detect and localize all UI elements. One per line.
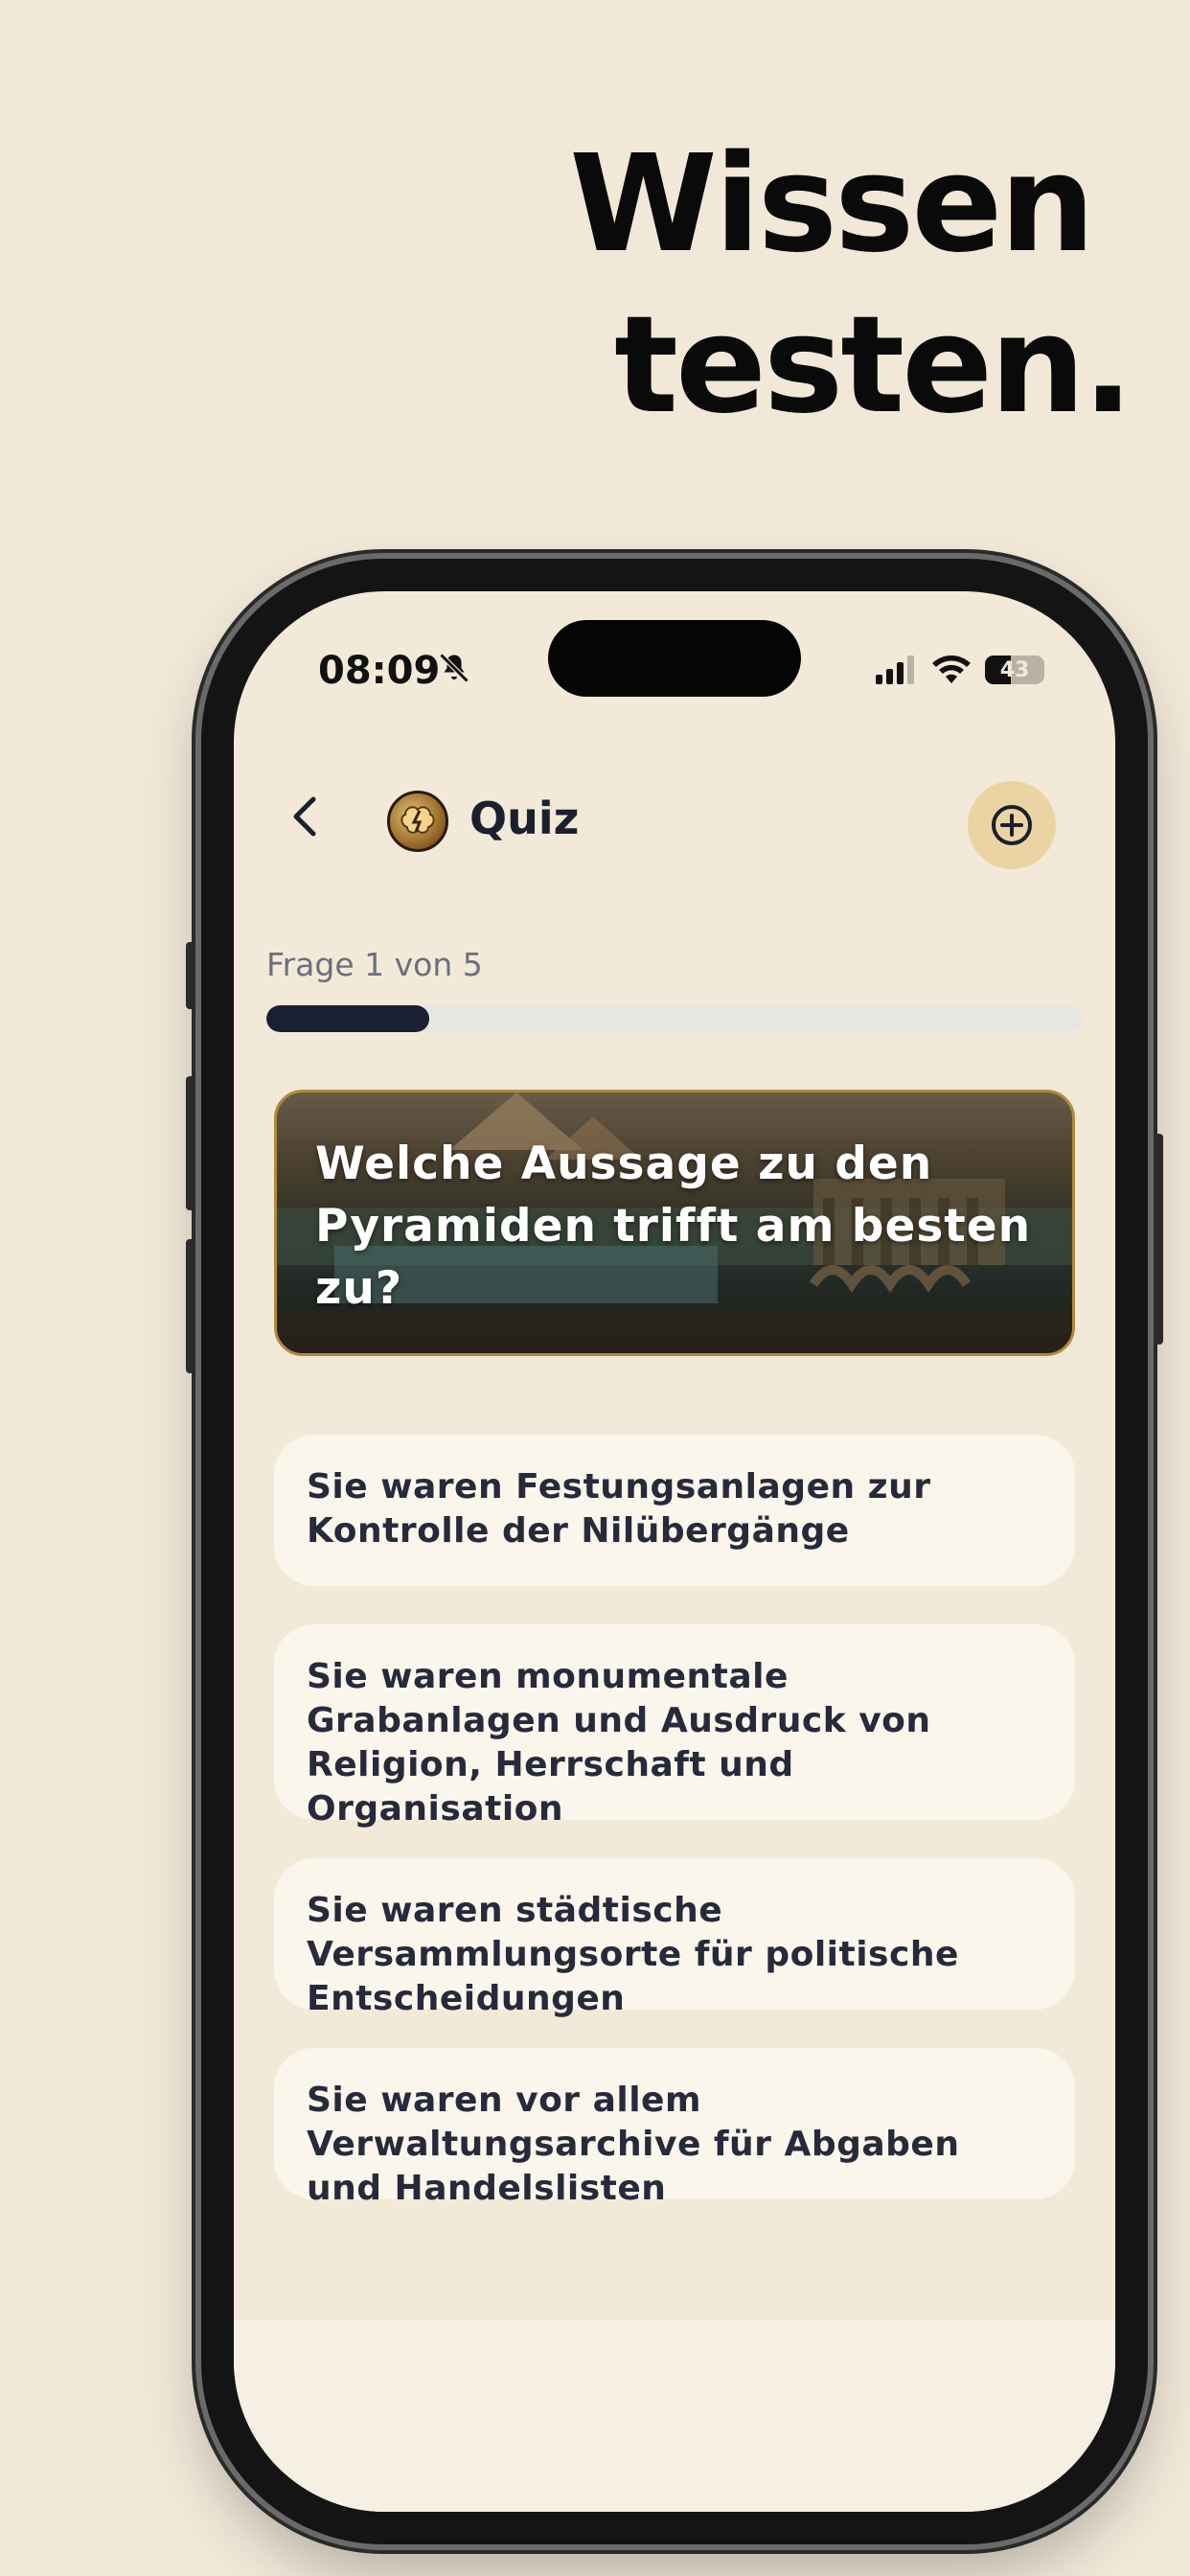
brain-icon	[400, 806, 435, 834]
plus-circle-icon	[992, 805, 1032, 845]
status-time: 08:09	[318, 649, 441, 693]
progress-bar	[266, 1005, 1083, 1032]
headline-line-1: Wissen	[569, 126, 1095, 283]
progress-label: Frage 1 von 5	[266, 946, 483, 983]
chevron-left-icon	[293, 796, 316, 837]
volume-up-button	[186, 1076, 195, 1210]
headline: Wissen testen.	[569, 125, 1133, 447]
battery-level: 43	[999, 657, 1030, 682]
status-icons: 43	[876, 655, 1044, 685]
question-text: Welche Aussage zu den Pyramiden trifft a…	[315, 1138, 1032, 1315]
signal-icon	[876, 656, 914, 684]
dynamic-island	[548, 620, 801, 697]
progress-fill	[266, 1005, 430, 1032]
headline-line-2: testen.	[614, 288, 1133, 444]
add-button[interactable]	[968, 781, 1056, 869]
phone-screen: 08:09 43 Quiz Frage 1 von 5 Welche Aussa…	[234, 591, 1115, 2512]
action-button	[186, 942, 195, 1009]
page-title: Quiz	[469, 793, 580, 844]
question-card: Welche Aussage zu den Pyramiden trifft a…	[274, 1090, 1075, 1356]
volume-down-button	[186, 1239, 195, 1373]
answer-option-4[interactable]: Sie waren vor allem Verwaltungsarchive f…	[274, 2048, 1075, 2208]
answer-option-1[interactable]: Sie waren Festungsanlagen zur Kontrolle …	[274, 1435, 1075, 1586]
power-button	[1154, 1134, 1163, 1345]
wifi-icon	[932, 656, 971, 683]
back-button[interactable]	[272, 783, 339, 850]
answer-option-2[interactable]: Sie waren monumentale Grabanlagen und Au…	[274, 1624, 1075, 1828]
bell-slash-icon	[439, 653, 469, 683]
answer-option-3[interactable]: Sie waren städtische Versammlungsorte fü…	[274, 1858, 1075, 2018]
battery-icon: 43	[985, 656, 1044, 684]
bottom-area	[234, 2320, 1115, 2512]
app-logo	[387, 791, 448, 852]
phone-frame: 08:09 43 Quiz Frage 1 von 5 Welche Aussa…	[186, 559, 1163, 2544]
